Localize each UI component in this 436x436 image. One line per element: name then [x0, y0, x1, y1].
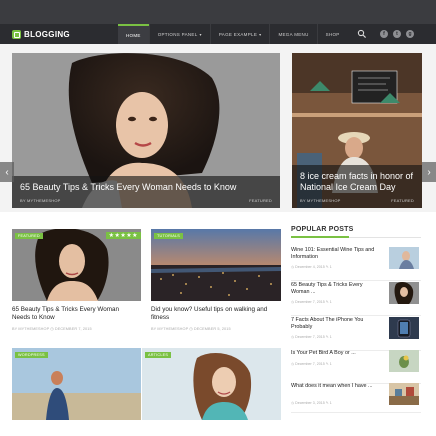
chevron-left-icon: ‹: [5, 166, 9, 178]
popular-post-thumbnail[interactable]: [389, 317, 419, 339]
nav-label: PAGE EXAMPLE: [218, 31, 258, 37]
popular-post-item[interactable]: Is Your Pet Bird A Boy or ... ◷ December…: [291, 350, 421, 384]
slide-author[interactable]: BY MYTHEMESHOP: [20, 198, 61, 203]
popular-post-thumbnail[interactable]: [389, 350, 419, 372]
chevron-down-icon: ▾: [199, 31, 202, 37]
slide-title[interactable]: 8 ice cream facts in honor of National I…: [300, 171, 414, 193]
post-thumbnail[interactable]: FEATURED ★★★★★: [12, 229, 141, 301]
category-badge[interactable]: WORDPRESS: [15, 352, 48, 358]
popular-post-meta: ◷ December 4, 2015 ✎ 1: [291, 265, 332, 269]
nav-label: OPTIONS PANEL: [157, 31, 198, 37]
nav-item-home[interactable]: HOME: [118, 24, 149, 44]
popular-post-thumbnail[interactable]: [389, 282, 419, 304]
post-card: TUTORIALS Did you know? Useful tips on w…: [151, 229, 281, 349]
site-header: BLOGGING HOME OPTIONS PANEL ▾ PAGE EXAMPL…: [0, 24, 436, 44]
facebook-icon[interactable]: f: [380, 30, 388, 38]
post-card: WORDPRESS: [12, 348, 141, 420]
popular-post-item[interactable]: 65 Beauty Tips & Tricks Every Woman ... …: [291, 282, 421, 316]
popular-post-title[interactable]: 65 Beauty Tips & Tricks Every Woman ...: [291, 282, 381, 296]
slide-caption: 65 Beauty Tips & Tricks Every Woman Need…: [12, 176, 280, 208]
popular-post-title[interactable]: Wine 101: Essential Wine Tips and Inform…: [291, 247, 381, 261]
popular-post-item[interactable]: Wine 101: Essential Wine Tips and Inform…: [291, 247, 421, 281]
nav-item-shop[interactable]: SHOP: [316, 24, 348, 44]
rating-stars: ★★★★★: [105, 232, 141, 239]
chevron-down-icon: ▾: [259, 31, 262, 37]
chevron-right-icon: ›: [427, 166, 431, 178]
slide-category[interactable]: FEATURED: [249, 198, 272, 203]
category-badge[interactable]: ARTICLES: [145, 352, 172, 358]
logo-icon: [12, 29, 21, 39]
slide-side[interactable]: 8 ice cream facts in honor of National I…: [292, 53, 422, 208]
post-meta: BY MYTHEMESHOP ◷ DECEMBER 5, 2015: [151, 327, 231, 331]
popular-post-thumbnail[interactable]: [389, 383, 419, 405]
top-strip: [0, 0, 436, 24]
popular-post-title[interactable]: 7 Facts About The iPhone You Probably: [291, 317, 381, 331]
slide-caption: 8 ice cream facts in honor of National I…: [292, 165, 422, 208]
logo-text: BLOGGING: [24, 29, 70, 39]
slider-next-button[interactable]: ›: [422, 162, 436, 182]
nav-item-page-example[interactable]: PAGE EXAMPLE ▾: [209, 24, 270, 44]
nav-label: HOME: [126, 32, 141, 38]
nav-label: MEGA MENU: [278, 31, 309, 37]
slide-title[interactable]: 65 Beauty Tips & Tricks Every Woman Need…: [20, 182, 272, 193]
category-badge[interactable]: TUTORIALS: [154, 233, 184, 239]
featured-slider: 65 Beauty Tips & Tricks Every Woman Need…: [0, 44, 436, 212]
category-badge[interactable]: FEATURED: [15, 233, 43, 239]
popular-posts-heading: POPULAR POSTS: [291, 226, 354, 233]
post-title[interactable]: 65 Beauty Tips & Tricks Every Woman Need…: [12, 306, 137, 322]
nav-item-mega-menu[interactable]: MEGA MENU: [269, 24, 316, 44]
nav-item-options-panel[interactable]: OPTIONS PANEL ▾: [148, 24, 210, 44]
search-icon[interactable]: [357, 29, 367, 39]
main-nav: HOME OPTIONS PANEL ▾ PAGE EXAMPLE ▾ MEGA M…: [118, 24, 348, 44]
slide-main[interactable]: 65 Beauty Tips & Tricks Every Woman Need…: [12, 53, 280, 208]
post-title[interactable]: Did you know? Useful tips on walking and…: [151, 306, 279, 322]
slide-category[interactable]: FEATURED: [391, 198, 414, 203]
popular-post-meta: ◷ December 7, 2015 ✎ 1: [291, 335, 332, 339]
popular-post-item[interactable]: 7 Facts About The iPhone You Probably ◷ …: [291, 317, 421, 351]
post-thumbnail[interactable]: WORDPRESS: [12, 348, 141, 420]
post-card: ARTICLES: [142, 348, 281, 420]
post-thumbnail[interactable]: ARTICLES: [142, 348, 281, 420]
popular-post-title[interactable]: Is Your Pet Bird A Boy or ...: [291, 350, 381, 357]
popular-post-meta: ◷ December 3, 2015 ✎ 1: [291, 401, 332, 405]
popular-post-meta: ◷ December 7, 2015 ✎ 1: [291, 362, 332, 366]
post-meta: BY MYTHEMESHOP ◷ DECEMBER 7, 2015: [12, 327, 92, 331]
divider-accent: [291, 236, 349, 238]
post-card: FEATURED ★★★★★ 65 Beauty Tips & Tricks E…: [12, 229, 141, 349]
popular-post-item[interactable]: What does it mean when I have ... ◷ Dece…: [291, 383, 421, 413]
site-logo[interactable]: BLOGGING: [12, 28, 70, 40]
slide-author[interactable]: BY MYTHEMESHOP: [300, 198, 341, 203]
google-plus-icon[interactable]: g: [406, 30, 414, 38]
post-thumbnail[interactable]: TUTORIALS: [151, 229, 281, 301]
slider-prev-button[interactable]: ‹: [0, 162, 14, 182]
popular-post-title[interactable]: What does it mean when I have ...: [291, 383, 381, 390]
twitter-icon[interactable]: t: [393, 30, 401, 38]
popular-post-meta: ◷ December 7, 2015 ✎ 1: [291, 300, 332, 304]
popular-post-thumbnail[interactable]: [389, 247, 419, 269]
nav-label: SHOP: [325, 31, 340, 37]
